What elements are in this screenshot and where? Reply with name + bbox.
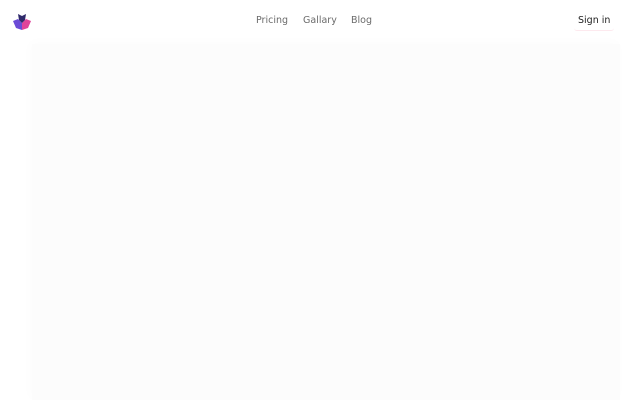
main-content-area — [32, 44, 620, 400]
page: Pricing Gallary Blog Sign in — [0, 0, 625, 400]
main-nav: Pricing Gallary Blog — [0, 0, 625, 44]
nav-link-pricing[interactable]: Pricing — [256, 14, 288, 28]
top-navigation: Pricing Gallary Blog Sign in — [0, 0, 625, 44]
nav-link-blog[interactable]: Blog — [351, 14, 372, 28]
nav-link-gallery[interactable]: Gallary — [303, 14, 337, 28]
three-petal-logo-icon — [13, 14, 31, 30]
sign-in-button[interactable]: Sign in — [574, 11, 615, 31]
